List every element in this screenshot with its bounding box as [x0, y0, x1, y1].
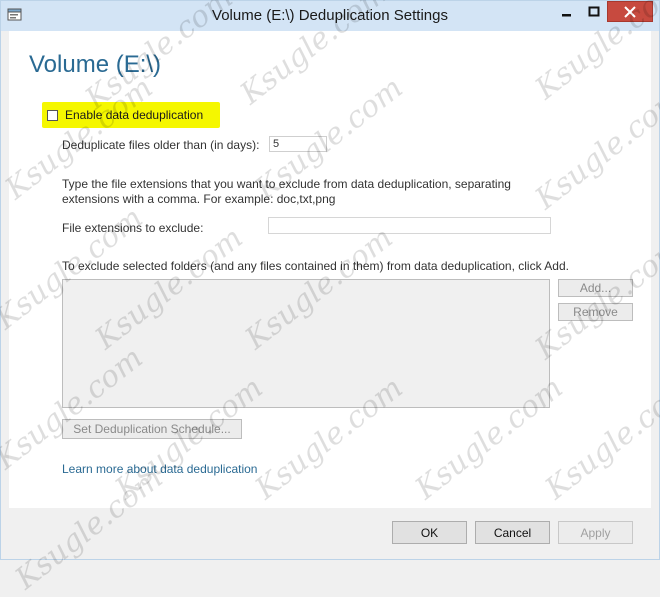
maximize-icon [588, 6, 600, 16]
minimize-button[interactable] [553, 1, 581, 22]
learn-more-link[interactable]: Learn more about data deduplication [62, 462, 257, 476]
page-title: Volume (E:\) [29, 51, 162, 78]
maximize-button[interactable] [581, 1, 607, 22]
title-bar[interactable]: Volume (E:\) Deduplication Settings [1, 1, 659, 31]
enable-dedup-label: Enable data deduplication [65, 108, 204, 122]
apply-button[interactable]: Apply [558, 521, 633, 544]
remove-folder-button[interactable]: Remove [558, 303, 633, 321]
enable-dedup-checkbox[interactable]: Enable data deduplication [42, 102, 220, 128]
excluded-folders-list[interactable] [62, 279, 550, 408]
dedup-settings-window: Volume (E:\) Deduplication Settings Volu… [0, 0, 660, 597]
cancel-button[interactable]: Cancel [475, 521, 550, 544]
settings-content: Volume (E:\) Enable data deduplication D… [9, 31, 651, 508]
folders-help: To exclude selected folders (and any fil… [62, 259, 569, 273]
extensions-help-line2: extensions with a comma. For example: do… [62, 192, 336, 206]
extensions-help-line1: Type the file extensions that you want t… [62, 177, 511, 191]
ok-button[interactable]: OK [392, 521, 467, 544]
close-icon [624, 5, 636, 18]
extensions-input[interactable] [268, 217, 551, 234]
days-input[interactable] [269, 136, 327, 152]
minimize-icon [562, 13, 571, 16]
days-label: Deduplicate files older than (in days): [62, 138, 260, 152]
extensions-label: File extensions to exclude: [62, 221, 204, 235]
close-button[interactable] [607, 1, 653, 22]
add-folder-button[interactable]: Add... [558, 279, 633, 297]
checkbox-box[interactable] [47, 109, 58, 121]
set-schedule-button[interactable]: Set Deduplication Schedule... [62, 419, 242, 439]
